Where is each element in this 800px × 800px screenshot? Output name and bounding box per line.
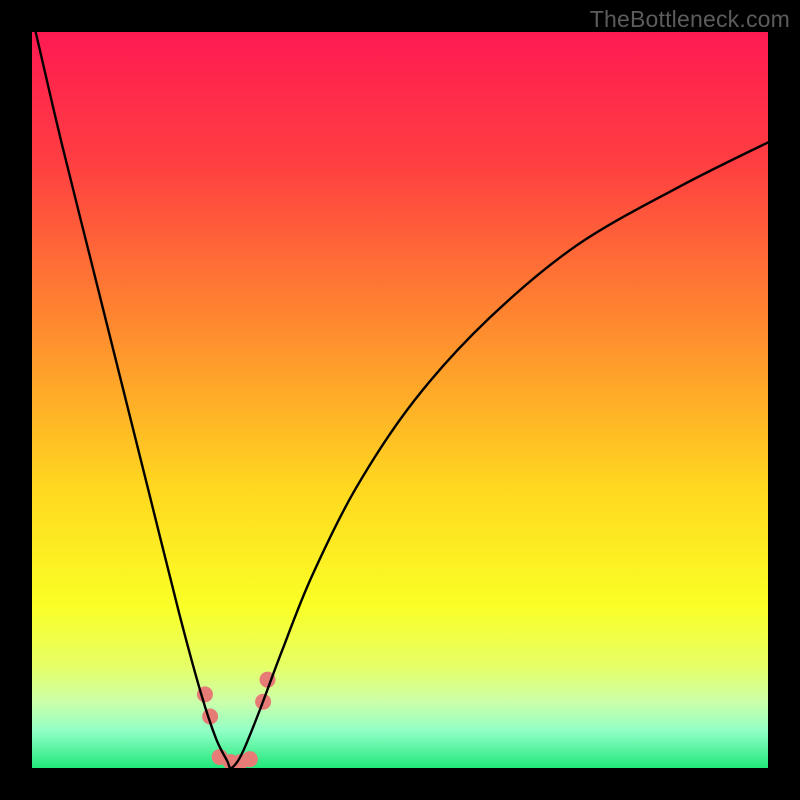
marker-dot xyxy=(242,751,258,767)
bottleneck-curve xyxy=(36,32,768,768)
watermark-text: TheBottleneck.com xyxy=(590,6,790,33)
plot-area xyxy=(32,32,768,768)
chart-frame: TheBottleneck.com xyxy=(0,0,800,800)
curve-layer xyxy=(32,32,768,768)
